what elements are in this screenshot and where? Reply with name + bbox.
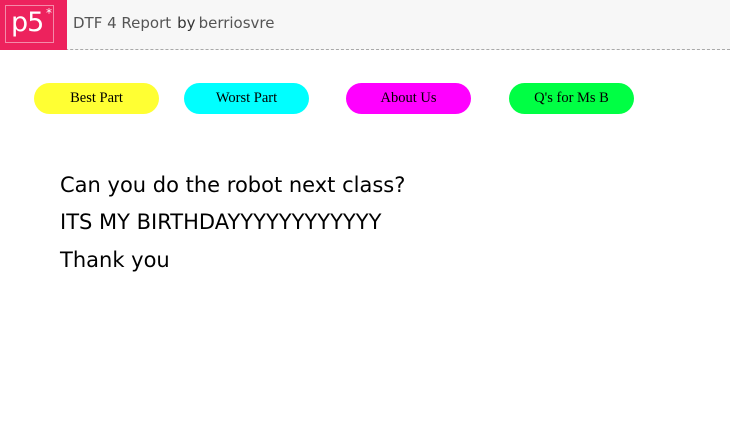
message-line: Can you do the robot next class? bbox=[60, 173, 406, 197]
worst-part-button[interactable]: Worst Part bbox=[184, 83, 309, 114]
about-us-button[interactable]: About Us bbox=[346, 83, 471, 114]
questions-button[interactable]: Q's for Ms B bbox=[509, 83, 634, 114]
logo-text: p5 bbox=[11, 7, 44, 38]
message-line: Thank you bbox=[60, 248, 170, 272]
best-part-button[interactable]: Best Part bbox=[34, 83, 159, 114]
editor-top-bar: p5 * DTF 4 Report by berriosvre bbox=[0, 0, 730, 50]
asterisk-icon: * bbox=[46, 6, 52, 20]
message-line: ITS MY BIRTHDAYYYYYYYYYYYY bbox=[60, 210, 382, 234]
project-title-area: DTF 4 Report by berriosvre bbox=[73, 14, 275, 32]
by-label: by bbox=[177, 14, 196, 32]
p5-logo[interactable]: p5 * bbox=[0, 0, 67, 50]
author-link[interactable]: berriosvre bbox=[199, 14, 275, 32]
project-title[interactable]: DTF 4 Report bbox=[73, 14, 171, 32]
